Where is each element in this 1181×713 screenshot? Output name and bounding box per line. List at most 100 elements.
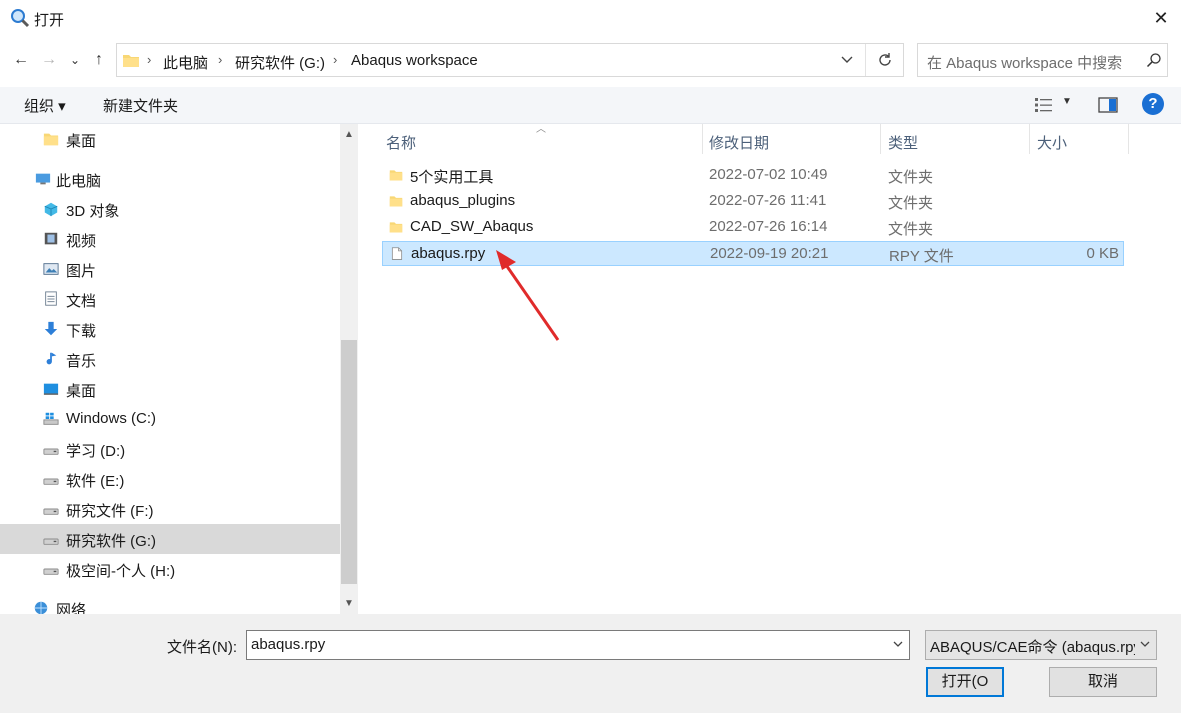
divider [865, 44, 866, 76]
folder-icon [389, 222, 403, 233]
search-icon[interactable] [1146, 52, 1162, 68]
drive-icon [43, 448, 59, 455]
navigation-scrollbar[interactable]: ▲ ▼ [340, 124, 358, 614]
chevron-down-icon[interactable] [837, 51, 857, 69]
help-icon[interactable]: ? [1142, 93, 1164, 115]
file-date-modified: 2022-07-26 11:41 [709, 192, 827, 209]
breadcrumb-abaqus-workspace[interactable]: Abaqus workspace [351, 52, 478, 69]
file-type: 文件夹 [888, 169, 934, 186]
column-divider[interactable] [702, 124, 703, 154]
sidebar-item[interactable]: 此电脑 [0, 164, 340, 194]
sidebar-item-label: 图片 [66, 263, 97, 280]
cancel-button[interactable]: 取消 [1049, 667, 1157, 697]
back-button[interactable]: ← [10, 48, 32, 72]
close-button[interactable]: ✕ [1150, 7, 1172, 29]
pc-icon [35, 173, 51, 185]
sidebar-item-label: 桌面 [66, 133, 97, 150]
sidebar-item-label: 极空间-个人 (H:) [66, 563, 176, 580]
sidebar-item[interactable]: 软件 (E:) [0, 464, 340, 494]
picture-icon [43, 263, 59, 275]
file-list-row[interactable]: abaqus_plugins 2022-07-26 11:41 文件夹 [382, 189, 1124, 214]
sidebar-item-label: 视频 [66, 233, 97, 250]
drive-icon [43, 478, 59, 485]
sidebar-item[interactable]: 桌面 [0, 374, 340, 404]
address-bar[interactable]: › 此电脑 › 研究软件 (G:) › Abaqus workspace [116, 43, 904, 77]
file-name: abaqus_plugins [410, 192, 516, 209]
search-input[interactable]: 在 Abaqus workspace 中搜索 [917, 43, 1168, 77]
video-icon [44, 232, 58, 245]
preview-pane-icon[interactable] [1098, 96, 1118, 114]
music-icon [46, 352, 57, 365]
view-details-icon[interactable] [1034, 96, 1054, 114]
column-divider[interactable] [880, 124, 881, 154]
folder-icon [123, 55, 139, 67]
open-button[interactable]: 打开(O [926, 667, 1004, 697]
3d-icon [44, 202, 58, 217]
file-size: 0 KB [1086, 245, 1119, 262]
sidebar-item-label: 下载 [66, 323, 97, 340]
search-placeholder: 在 Abaqus workspace 中搜索 [927, 55, 1123, 72]
sidebar-item[interactable]: 研究软件 (G:) [0, 524, 340, 554]
file-name: 5个实用工具 [410, 169, 494, 186]
title-bar: 打开 ✕ [0, 0, 1181, 38]
file-list-row[interactable]: CAD_SW_Abaqus 2022-07-26 16:14 文件夹 [382, 215, 1124, 240]
file-list-row[interactable]: 5个实用工具 2022-07-02 10:49 文件夹 [382, 163, 1124, 188]
file-type: 文件夹 [888, 195, 934, 212]
download-icon [44, 321, 58, 336]
sidebar-item-label: 学习 (D:) [66, 443, 126, 460]
command-toolbar: 组织 ▾ 新建文件夹 ▼ ? [0, 87, 1181, 124]
breadcrumb-drive-g[interactable]: 研究软件 (G:) [235, 52, 325, 73]
file-type: 文件夹 [888, 221, 934, 238]
sidebar-item-label: 文档 [66, 293, 97, 310]
column-divider[interactable] [1029, 124, 1030, 154]
sidebar-item[interactable]: 3D 对象 [0, 194, 340, 224]
sidebar-item[interactable]: 视频 [0, 224, 340, 254]
sidebar-item[interactable]: 图片 [0, 254, 340, 284]
sidebar-item[interactable]: Windows (C:) [0, 404, 340, 434]
refresh-icon[interactable] [875, 50, 895, 70]
magnifier-app-icon [11, 9, 30, 28]
file-type-filter-select[interactable]: ABAQUS/CAE命令 (abaqus.rpy) [925, 630, 1157, 660]
sidebar-item[interactable]: 桌面 [0, 124, 340, 154]
breadcrumb-separator: › [218, 52, 223, 67]
up-button[interactable]: ↑ [88, 48, 110, 72]
chevron-down-icon[interactable] [1138, 637, 1152, 651]
forward-button[interactable]: → [38, 48, 60, 72]
drive-icon [43, 538, 59, 545]
recent-locations-button[interactable]: ⌄ [64, 48, 86, 72]
document-icon [45, 291, 57, 306]
view-options-caret[interactable]: ▼ [1062, 96, 1072, 107]
sidebar-item-label: Windows (C:) [66, 410, 157, 427]
sidebar-item[interactable]: 研究文件 (F:) [0, 494, 340, 524]
file-date-modified: 2022-07-02 10:49 [709, 166, 828, 183]
sidebar-item[interactable]: 网络 [0, 593, 340, 614]
filename-input[interactable]: abaqus.rpy [246, 630, 910, 660]
new-folder-button[interactable]: 新建文件夹 [103, 95, 178, 116]
sidebar-item[interactable]: 下载 [0, 314, 340, 344]
organize-button[interactable]: 组织 ▾ [24, 95, 66, 116]
window-title: 打开 [34, 12, 65, 29]
file-icon [391, 247, 403, 260]
sidebar-item-label: 研究文件 (F:) [66, 503, 154, 520]
scroll-up-arrow[interactable]: ▲ [340, 124, 358, 144]
sidebar-item[interactable]: 音乐 [0, 344, 340, 374]
scroll-down-arrow[interactable]: ▼ [340, 594, 358, 614]
sidebar-item[interactable]: 学习 (D:) [0, 434, 340, 464]
red-arrow-annotation [496, 250, 560, 341]
file-name: CAD_SW_Abaqus [410, 218, 534, 235]
drive-icon [43, 508, 59, 515]
sidebar-item[interactable]: 文档 [0, 284, 340, 314]
sidebar-item-label: 研究软件 (G:) [66, 533, 156, 550]
filename-value: abaqus.rpy [251, 636, 326, 653]
column-name[interactable]: 名称 [386, 132, 416, 153]
sidebar-item-label: 桌面 [66, 383, 97, 400]
column-date-modified[interactable]: 修改日期 [709, 132, 769, 153]
column-type[interactable]: 类型 [888, 132, 918, 153]
sidebar-item[interactable]: 极空间-个人 (H:) [0, 554, 340, 584]
breadcrumb-this-pc[interactable]: 此电脑 [163, 52, 208, 73]
sort-ascending-icon: ︿ [536, 124, 546, 135]
scrollbar-thumb[interactable] [341, 340, 357, 584]
column-divider[interactable] [1128, 124, 1129, 154]
column-size[interactable]: 大小 [1037, 132, 1067, 153]
chevron-down-icon[interactable] [891, 637, 905, 651]
